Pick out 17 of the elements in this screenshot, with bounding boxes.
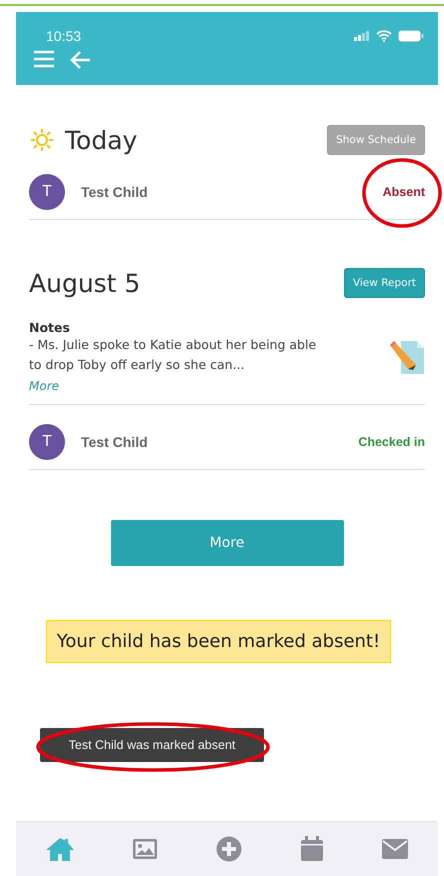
status-time: 10:53 <box>46 28 82 44</box>
section-title: August 5 <box>29 268 140 298</box>
absent-banner: Your child has been marked absent! <box>46 620 392 663</box>
view-report-button[interactable]: View Report <box>344 268 425 298</box>
show-schedule-button[interactable]: Show Schedule <box>327 125 425 155</box>
child-name: Test Child <box>81 184 149 200</box>
child-avatar: T <box>29 174 65 210</box>
toast-message: Test Child was marked absent <box>40 728 264 762</box>
attendance-status: Checked in <box>358 435 425 449</box>
child-name: Test Child <box>81 434 149 450</box>
notes-text: - Ms. Julie spoke to Katie about her being able to drop Toby off early so she can... <box>29 336 318 374</box>
attendance-status: Absent <box>382 185 425 199</box>
section-title: Today <box>65 126 138 154</box>
child-avatar: T <box>29 424 65 460</box>
more-link[interactable]: More <box>29 379 60 393</box>
notes-heading: Notes <box>29 320 71 335</box>
more-button[interactable]: More <box>110 520 344 566</box>
